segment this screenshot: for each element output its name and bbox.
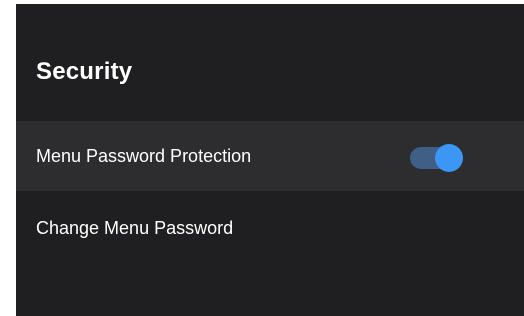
- toggle-thumb: [435, 144, 463, 172]
- change-menu-password-label: Change Menu Password: [36, 218, 234, 238]
- menu-password-protection-row[interactable]: Menu Password Protection: [16, 121, 524, 191]
- security-settings-panel: Security Menu Password Protection Change…: [16, 4, 524, 316]
- panel-title: Security: [36, 58, 133, 85]
- menu-password-protection-label: Menu Password Protection: [36, 146, 252, 166]
- menu-password-protection-toggle[interactable]: [410, 144, 463, 172]
- change-menu-password-row[interactable]: Change Menu Password: [16, 193, 524, 263]
